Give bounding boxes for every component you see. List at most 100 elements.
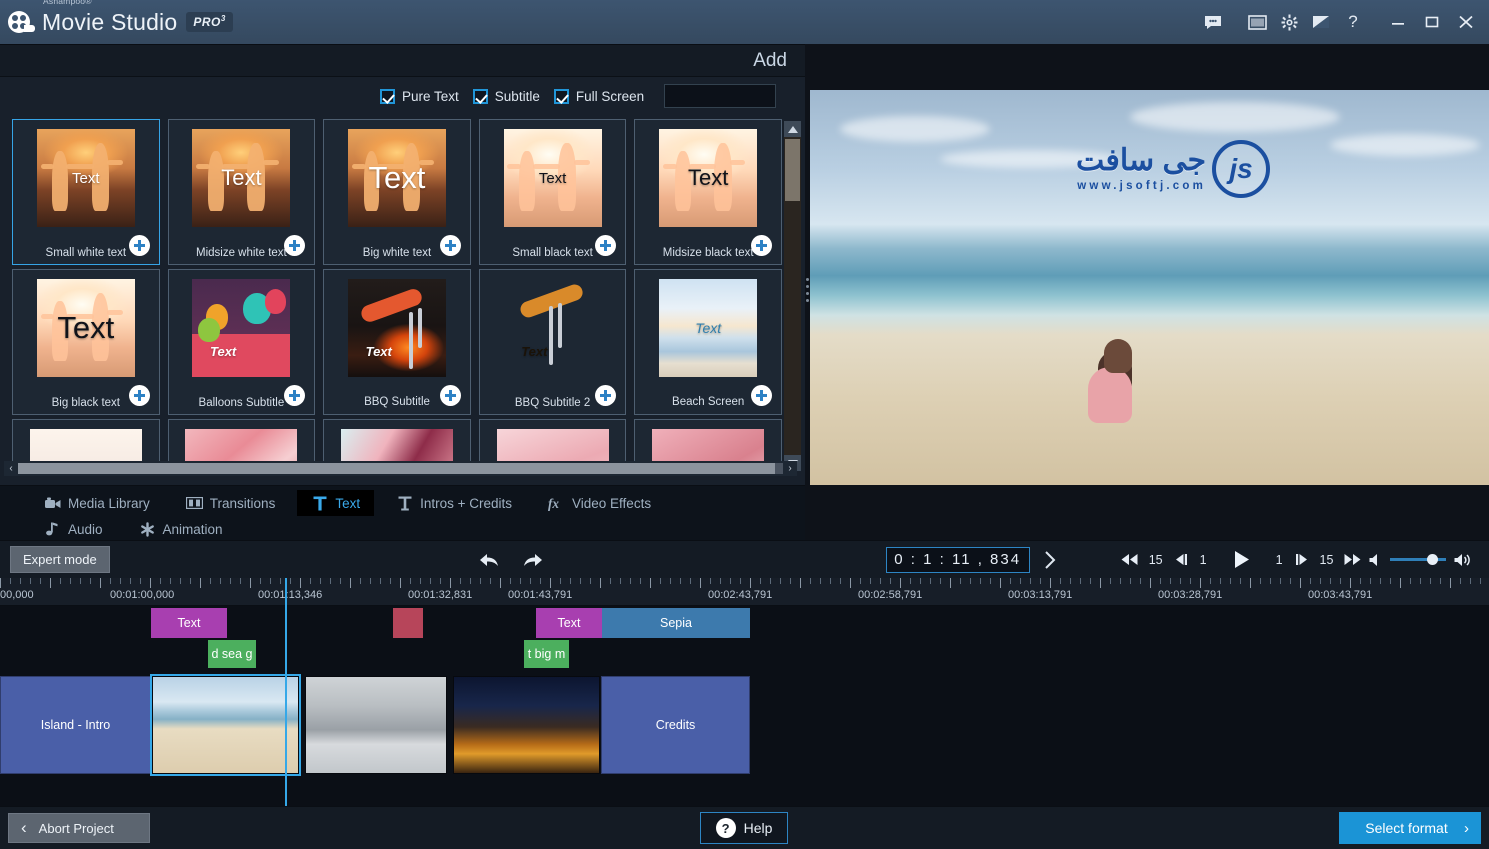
volume-control[interactable] (1369, 553, 1473, 567)
library-item-add-button[interactable] (751, 235, 772, 256)
volume-mute-icon[interactable] (1369, 553, 1382, 567)
step-back-button[interactable] (1167, 553, 1196, 566)
library-item-add-button[interactable] (129, 385, 150, 406)
redo-icon[interactable] (522, 551, 546, 569)
gear-icon[interactable] (1273, 7, 1305, 37)
timecode-next-button[interactable] (1044, 551, 1056, 569)
rewind-fast-button[interactable] (1114, 553, 1145, 566)
search-input[interactable] (670, 89, 825, 103)
hscroll-thumb[interactable] (18, 463, 775, 474)
ruler-tick (1050, 578, 1051, 588)
library-item-thumbnail: Text (659, 129, 757, 227)
volume-slider[interactable] (1390, 558, 1446, 561)
hscroll-left-arrow[interactable]: ‹ (4, 461, 18, 476)
hscroll-right-arrow[interactable]: › (783, 461, 797, 476)
timeline-clip[interactable] (305, 676, 447, 774)
library-item-1[interactable]: TextSmall white text (12, 119, 160, 265)
subtitle-checkbox[interactable] (473, 89, 488, 104)
scroll-thumb[interactable] (785, 139, 800, 201)
library-item-add-button[interactable] (440, 235, 461, 256)
step-forward-button[interactable] (1287, 553, 1316, 566)
full-screen-checkbox[interactable] (554, 89, 569, 104)
library-vertical-scrollbar[interactable] (784, 121, 801, 471)
timeline-track-effects[interactable]: TextTextSepia (0, 608, 1489, 638)
minimize-button[interactable] (1381, 7, 1415, 37)
help-icon[interactable]: ? (1337, 7, 1369, 37)
ruler-tick (1370, 578, 1371, 584)
timeline-track-text[interactable]: d sea g t big m (0, 640, 1489, 670)
library-item-partial-1[interactable] (12, 419, 160, 465)
ruler-tick (440, 578, 441, 584)
library-item-8[interactable]: TextBBQ Subtitle (323, 269, 471, 415)
ruler-tick (1470, 578, 1471, 584)
library-item-7[interactable]: TextBalloons Subtitle (168, 269, 316, 415)
timeline-clip[interactable]: Text (536, 608, 602, 638)
volume-knob[interactable] (1427, 554, 1438, 565)
library-item-3[interactable]: TextBig white text (323, 119, 471, 265)
play-button[interactable] (1211, 550, 1272, 569)
library-item-add-button[interactable] (751, 385, 772, 406)
hscroll-track[interactable] (18, 463, 783, 474)
ruler-tick (1100, 578, 1101, 588)
timecode-field[interactable]: 0 : 1 : 11 , 834 (886, 547, 1030, 573)
scroll-up-arrow[interactable] (784, 121, 801, 137)
library-item-4[interactable]: TextSmall black text (479, 119, 627, 265)
feedback-icon[interactable] (1197, 7, 1229, 37)
select-format-button[interactable]: Select format › (1339, 812, 1481, 844)
undo-icon[interactable] (476, 551, 500, 569)
timeline-clip[interactable]: Sepia (602, 608, 750, 638)
library-item-add-button[interactable] (440, 385, 461, 406)
timeline[interactable]: TextTextSepia d sea gt big m Island - In… (0, 606, 1489, 806)
library-item-10[interactable]: TextBeach Screen (634, 269, 782, 415)
tab-transitions[interactable]: Transitions (172, 490, 290, 516)
abort-project-button[interactable]: ‹ Abort Project (8, 813, 150, 843)
ruler-tick (1290, 578, 1291, 584)
screen-icon[interactable] (1241, 7, 1273, 37)
expert-mode-button[interactable]: Expert mode (10, 546, 110, 573)
timeline-clip[interactable]: t big m (524, 640, 569, 668)
filter-subtitle[interactable]: Subtitle (473, 89, 540, 104)
forward-fast-button[interactable] (1337, 553, 1368, 566)
library-item-2[interactable]: TextMidsize white text (168, 119, 316, 265)
tab-animation[interactable]: Animation (125, 516, 237, 542)
timeline-clip[interactable] (453, 676, 600, 774)
library-item-add-button[interactable] (129, 235, 150, 256)
filter-pure-text[interactable]: Pure Text (380, 89, 459, 104)
timeline-track-video[interactable]: Island - Intro Credits (0, 676, 1489, 776)
text-t-icon (311, 496, 328, 511)
timeline-clip[interactable] (393, 608, 423, 638)
theme-icon[interactable] (1305, 7, 1337, 37)
preview-player[interactable]: جی سافت www.jsoftj.com js (810, 90, 1489, 485)
timeline-clip[interactable]: Credits (601, 676, 750, 774)
help-button[interactable]: ? Help (700, 812, 788, 844)
ruler-label: 00:01:13,346 (258, 589, 322, 601)
library-item-9[interactable]: TextBBQ Subtitle 2 (479, 269, 627, 415)
tab-text[interactable]: Text (297, 490, 374, 516)
tab-audio[interactable]: Audio (30, 516, 117, 542)
maximize-button[interactable] (1415, 7, 1449, 37)
timeline-clip[interactable]: Island - Intro (0, 676, 151, 774)
library-item-partial-5[interactable] (634, 419, 782, 465)
volume-max-icon[interactable] (1454, 553, 1473, 567)
library-item-5[interactable]: TextMidsize black text (634, 119, 782, 265)
library-item-partial-3[interactable] (323, 419, 471, 465)
tab-intros-credits[interactable]: Intros + Credits (382, 490, 526, 516)
library-item-6[interactable]: TextBig black text (12, 269, 160, 415)
library-item-partial-4[interactable] (479, 419, 627, 465)
timeline-clip[interactable] (152, 676, 299, 774)
timeline-clip[interactable]: d sea g (208, 640, 256, 668)
cloud-shape (1330, 134, 1480, 156)
pure-text-checkbox[interactable] (380, 89, 395, 104)
tab-media-library[interactable]: Media Library (30, 490, 164, 516)
ruler-tick (710, 578, 711, 584)
ruler-tick (970, 578, 971, 584)
tab-video-effects[interactable]: fxVideo Effects (534, 490, 665, 516)
close-button[interactable] (1449, 7, 1483, 37)
library-horizontal-scrollbar[interactable]: ‹ › (4, 461, 797, 476)
library-item-partial-2[interactable] (168, 419, 316, 465)
timeline-clip[interactable]: Text (151, 608, 227, 638)
timeline-ruler[interactable]: 00,00000:01:00,00000:01:13,34600:01:32,8… (0, 578, 1489, 606)
ruler-tick (1160, 578, 1161, 584)
filter-full-screen[interactable]: Full Screen (554, 89, 644, 104)
search-box[interactable] (664, 84, 776, 108)
